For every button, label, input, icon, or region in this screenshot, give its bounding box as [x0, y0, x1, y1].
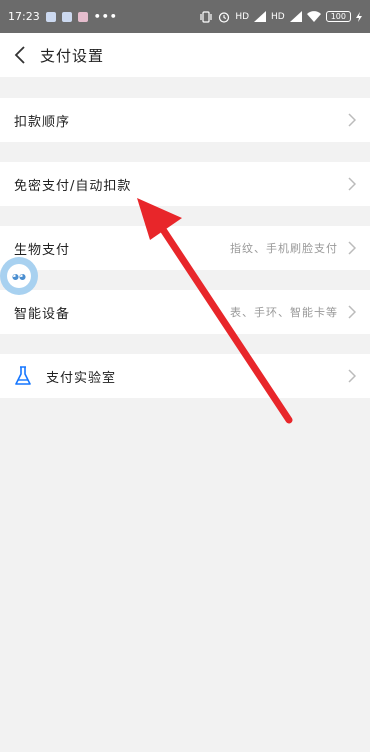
chevron-right-icon: [348, 113, 356, 127]
chevron-left-icon: [14, 46, 25, 64]
chevron-right-icon: [348, 241, 356, 255]
signal-icon: [254, 11, 267, 22]
vibrate-icon: [200, 10, 212, 23]
status-time: 17:23: [8, 10, 40, 23]
row-description: 表、手环、智能卡等: [230, 306, 338, 319]
chevron-right-icon: [348, 369, 356, 383]
back-button[interactable]: [0, 33, 40, 77]
app-notification-icon: [45, 11, 56, 22]
network-hd-label: HD: [235, 11, 250, 22]
row-label: 支付实验室: [46, 370, 117, 386]
row-label: 智能设备: [14, 306, 71, 322]
charging-icon: [356, 11, 362, 22]
row-label: 生物支付: [14, 242, 71, 258]
app-notification-icon: [61, 11, 72, 22]
assistant-bubble-icon[interactable]: ◕◕: [0, 257, 38, 295]
row-password-free-payment[interactable]: 免密支付/自动扣款: [0, 162, 370, 206]
row-description: 指纹、手机刷脸支付: [230, 242, 338, 255]
flask-icon: [14, 366, 34, 386]
wifi-icon: [306, 11, 321, 22]
battery-indicator: 100: [325, 11, 351, 22]
app-header: 支付设置: [0, 33, 370, 77]
row-label: 免密支付/自动扣款: [14, 178, 132, 194]
network-hd-label: HD: [271, 11, 285, 22]
more-notifications-icon: •••: [93, 10, 118, 23]
row-smart-devices[interactable]: 智能设备 表、手环、智能卡等: [0, 290, 370, 334]
row-label: 扣款顺序: [14, 114, 71, 130]
alarm-icon: [219, 11, 230, 23]
status-bar: 17:23 ••• HD HD 100: [0, 0, 370, 33]
row-biometric-payment[interactable]: 生物支付 指纹、手机刷脸支付: [0, 226, 370, 270]
shopping-bag-icon: [77, 11, 88, 22]
row-deduction-order[interactable]: 扣款顺序: [0, 98, 370, 142]
page-title: 支付设置: [40, 46, 105, 65]
chevron-right-icon: [348, 305, 356, 319]
signal-icon: [289, 11, 302, 22]
chevron-right-icon: [348, 177, 356, 191]
row-payment-lab[interactable]: 支付实验室: [0, 354, 370, 398]
assistant-face-icon: ◕◕: [7, 264, 31, 288]
